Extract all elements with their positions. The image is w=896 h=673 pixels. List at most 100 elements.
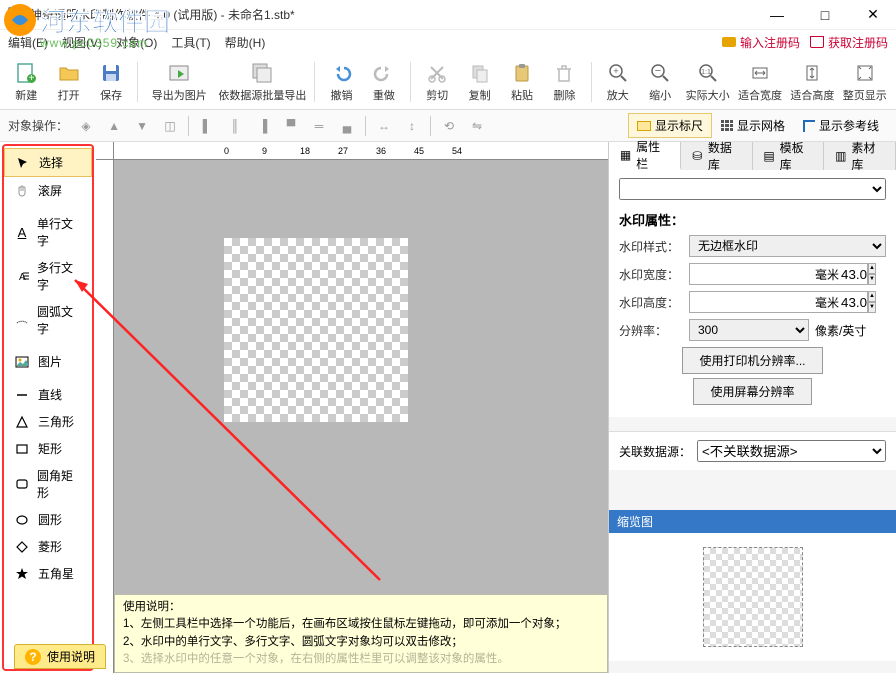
dist-v-icon[interactable]: ↕ (402, 116, 422, 136)
tool-triangle[interactable]: 三角形 (4, 408, 92, 435)
style-select[interactable]: 无边框水印 (689, 235, 886, 257)
enter-regcode-link[interactable]: 输入注册码 (722, 34, 800, 51)
fit-width-button[interactable]: 适合宽度 (737, 58, 783, 106)
ruler-horizontal: 0 9 18 27 36 45 54 (114, 142, 608, 160)
datasource-label: 关联数据源： (619, 443, 691, 460)
redo-button[interactable]: 重做 (366, 58, 402, 106)
copy-button[interactable]: 复制 (461, 58, 497, 106)
tool-circle[interactable]: 圆形 (4, 506, 92, 533)
tpl-icon: ▤ (763, 149, 776, 163)
canvas-area[interactable]: 0 9 18 27 36 45 54 使用说明： 1、左侧工具栏中选择一个功能后… (96, 142, 608, 673)
tool-rect[interactable]: 矩形 (4, 435, 92, 462)
height-spinner[interactable]: ▲▼ (868, 291, 876, 313)
question-icon: ? (25, 649, 41, 665)
tool-select[interactable]: 选择 (4, 148, 92, 177)
align-bottom-icon[interactable]: ▄ (337, 116, 357, 136)
dist-h-icon[interactable]: ↔ (374, 116, 394, 136)
triangle-icon (14, 414, 30, 430)
send-back-icon[interactable]: ▼ (132, 116, 152, 136)
show-guides-toggle[interactable]: 显示参考线 (794, 113, 888, 138)
object-selector[interactable] (619, 178, 886, 200)
mat-icon: ▥ (834, 149, 847, 163)
export-image-button[interactable]: 导出为图片 (146, 58, 212, 106)
guide-icon (803, 120, 815, 132)
line-icon (14, 387, 30, 403)
text-icon: A (14, 224, 29, 240)
tool-pan[interactable]: 滚屏 (4, 177, 92, 204)
canvas-document[interactable] (224, 238, 408, 422)
tool-line[interactable]: 直线 (4, 381, 92, 408)
delete-button[interactable]: 删除 (546, 58, 582, 106)
fit-height-button[interactable]: 适合高度 (789, 58, 835, 106)
height-label: 水印高度： (619, 294, 683, 311)
new-button[interactable]: +新建 (8, 58, 44, 106)
right-panel: ▦属性栏 ⛁数据库 ▤模板库 ▥素材库 水印属性： 水印样式： 无边框水印 水印… (608, 142, 896, 673)
menu-edit[interactable]: 编辑(E) (8, 34, 48, 51)
minimize-button[interactable]: — (762, 5, 792, 25)
tab-properties[interactable]: ▦属性栏 (609, 142, 681, 170)
ruler-vertical (96, 160, 114, 673)
tool-single-text[interactable]: A单行文字 (4, 210, 92, 254)
datasource-select[interactable]: <不关联数据源> (697, 440, 886, 462)
screen-dpi-button[interactable]: 使用屏幕分辨率 (693, 378, 811, 405)
svg-text:A: A (19, 272, 26, 283)
tool-diamond[interactable]: 菱形 (4, 533, 92, 560)
menu-object[interactable]: 对象(O) (116, 34, 157, 51)
image-icon (14, 354, 30, 370)
width-label: 水印宽度： (619, 266, 683, 283)
show-grid-toggle[interactable]: 显示网格 (712, 113, 794, 138)
menu-tools[interactable]: 工具(T) (171, 34, 210, 51)
roundrect-icon (14, 476, 29, 492)
open-button[interactable]: 打开 (50, 58, 86, 106)
style-label: 水印样式： (619, 238, 683, 255)
width-spinner[interactable]: ▲▼ (868, 263, 876, 285)
align-middle-icon[interactable]: ═ (309, 116, 329, 136)
tool-arc-text[interactable]: 圆弧文字 (4, 298, 92, 342)
ruler-corner (96, 142, 114, 160)
tab-materials[interactable]: ▥素材库 (824, 142, 896, 170)
printer-dpi-button[interactable]: 使用打印机分辨率... (682, 347, 822, 374)
svg-text:A: A (17, 225, 26, 239)
tool-multi-text[interactable]: A多行文字 (4, 254, 92, 298)
align-left-icon[interactable]: ▌ (197, 116, 217, 136)
svg-text:+: + (613, 66, 618, 76)
multitext-icon: A (14, 268, 29, 284)
zoomin-button[interactable]: +放大 (600, 58, 636, 106)
fit-page-button[interactable]: 整页显示 (842, 58, 888, 106)
undo-button[interactable]: 撤销 (323, 58, 359, 106)
paste-button[interactable]: 粘贴 (504, 58, 540, 106)
dpi-select[interactable]: 300 (689, 319, 809, 341)
close-button[interactable]: ✕ (858, 5, 888, 25)
menu-help[interactable]: 帮助(H) (225, 34, 266, 51)
rotate-icon[interactable]: ⟲ (439, 116, 459, 136)
zoomout-button[interactable]: −缩小 (642, 58, 678, 106)
show-ruler-toggle[interactable]: 显示标尺 (628, 113, 712, 138)
svg-text:−: − (655, 65, 661, 77)
tab-database[interactable]: ⛁数据库 (681, 142, 753, 170)
maximize-button[interactable]: □ (810, 5, 840, 25)
align-top-icon[interactable]: ▀ (281, 116, 301, 136)
menu-view[interactable]: 视图(V) (62, 34, 102, 51)
sub-toolbar: 对象操作： ◈ ▲ ▼ ◫ ▌ ║ ▐ ▀ ═ ▄ ↔ ↕ ⟲ ⇋ 显示标尺 显… (0, 110, 896, 142)
svg-text:1:1: 1:1 (701, 69, 711, 76)
help-toggle-button[interactable]: ? 使用说明 (14, 644, 106, 669)
cut-button[interactable]: 剪切 (419, 58, 455, 106)
db-icon: ⛁ (691, 149, 704, 163)
tool-image[interactable]: 图片 (4, 348, 92, 375)
tool-palette: 选择 滚屏 A单行文字 A多行文字 圆弧文字 图片 直线 三角形 矩形 圆角矩形… (2, 144, 94, 671)
layer-icon[interactable]: ◈ (76, 116, 96, 136)
align-right-icon[interactable]: ▐ (253, 116, 273, 136)
flip-icon[interactable]: ⇋ (467, 116, 487, 136)
tool-roundrect[interactable]: 圆角矩形 (4, 462, 92, 506)
bring-front-icon[interactable]: ▲ (104, 116, 124, 136)
group-icon[interactable]: ◫ (160, 116, 180, 136)
get-regcode-link[interactable]: 获取注册码 (810, 34, 888, 51)
save-button[interactable]: 保存 (93, 58, 129, 106)
key-icon (722, 37, 736, 47)
batch-export-button[interactable]: 依数据源批量导出 (218, 58, 306, 106)
svg-text:+: + (29, 73, 35, 84)
tab-templates[interactable]: ▤模板库 (753, 142, 825, 170)
actual-size-button[interactable]: 1:1实际大小 (684, 58, 730, 106)
align-center-icon[interactable]: ║ (225, 116, 245, 136)
tool-star[interactable]: 五角星 (4, 560, 92, 587)
